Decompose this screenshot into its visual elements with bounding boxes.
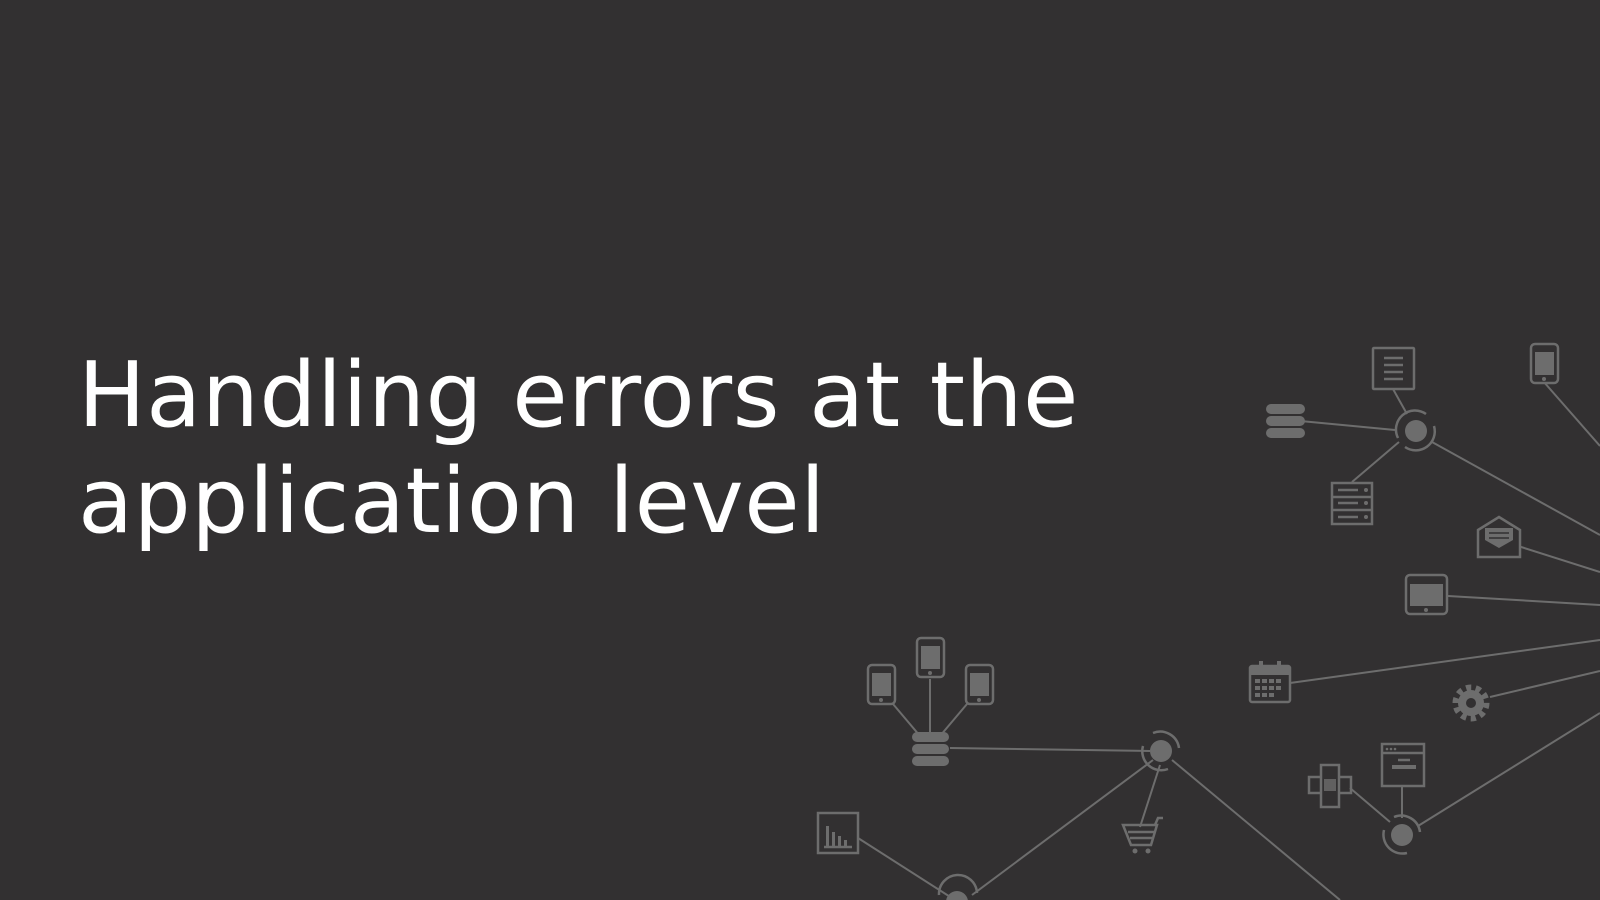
database-icon (1266, 404, 1305, 438)
hub-node-icon (1394, 409, 1436, 452)
database-icon (912, 732, 949, 766)
shopping-cart-icon (1121, 816, 1163, 854)
mobile-phone-icon (915, 636, 946, 679)
calendar-icon (1248, 661, 1292, 704)
mobile-phone-icon (866, 663, 897, 706)
title-slide: Handling errors at the application level (0, 0, 1600, 900)
hub-node-icon (937, 873, 979, 900)
network-links (857, 380, 1600, 900)
mail-icon (1476, 515, 1522, 559)
document-icon (1371, 346, 1416, 391)
mobile-phone-icon (964, 663, 995, 706)
browser-window-icon (1380, 742, 1426, 788)
mobile-phone-icon (1529, 342, 1560, 385)
server-rack-icon (1330, 481, 1374, 526)
plug-connector-icon (1307, 763, 1353, 809)
bar-chart-icon (816, 811, 860, 855)
network-illustration (816, 342, 1600, 900)
tablet-icon (1404, 573, 1449, 616)
gear-icon (1452, 684, 1490, 722)
